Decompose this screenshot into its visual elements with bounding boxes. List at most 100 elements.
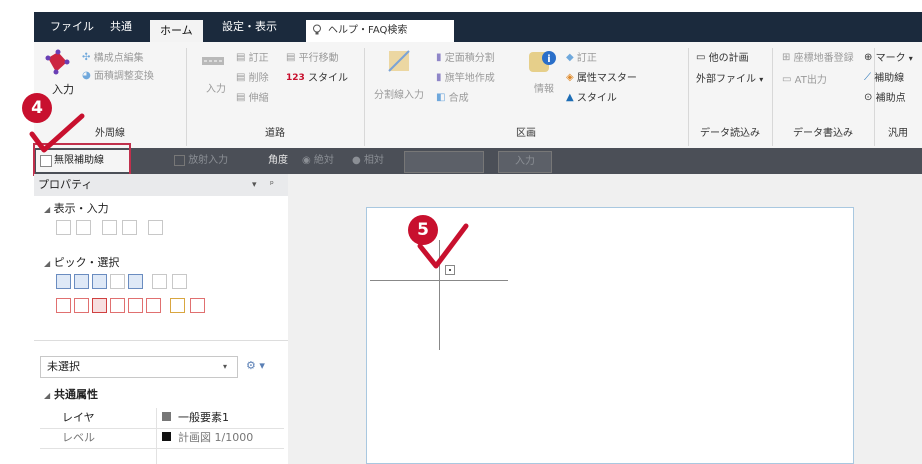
top-strip [0,0,922,12]
mark-button[interactable]: ⊕ マーク ▾ [864,50,913,67]
panel-title: プロパティ [38,178,93,191]
pick-rect-icon[interactable] [172,274,187,289]
panel-divider [34,340,288,341]
snap-icon[interactable] [102,220,117,235]
pick-intersection-icon[interactable] [56,274,71,289]
pick-point-icon[interactable] [74,274,89,289]
other-plan-button[interactable]: ▭ 他の計画 [696,50,749,67]
merge-button[interactable]: ◧ 合成 [436,90,469,107]
menu-common[interactable]: 共通 [100,12,142,42]
area-adjust-button[interactable]: ◕ 面積調整変換 [82,68,154,85]
road-delete-button[interactable]: ▤ 削除 [236,70,269,87]
coord-register-icon: ⊞ [782,52,791,63]
checkbox-box[interactable] [174,154,185,166]
fixed-area-icon: ▮ [436,52,442,63]
road-revise-icon: ▤ [236,52,246,63]
level-color-swatch-icon [162,429,171,447]
pin-icon[interactable]: ᵖ [270,176,274,194]
menu-settings-display[interactable]: 設定・表示 [212,12,287,42]
table-column-divider [156,408,157,464]
dropdown-arrow-icon: ▾ [223,362,228,371]
at-output-button[interactable]: ▭ AT出力 [782,72,827,89]
dropdown-arrow-icon: ▾ [908,54,913,63]
r-box-icon[interactable] [76,220,91,235]
help-search-input[interactable]: ヘルプ・FAQ検索 [306,20,454,42]
attr-key: レイヤ [62,411,95,424]
table-row[interactable]: レベル 計画図 1/1000 [40,428,284,449]
road-shrink-button[interactable]: ▤ 伸縮 [236,90,269,107]
aux-point-button[interactable]: ⊙ 補助点 [864,90,906,107]
road-style-button[interactable]: 123 スタイル [286,70,348,87]
select-frame-icon[interactable] [190,298,205,313]
menu-home[interactable]: ホーム [150,20,203,42]
divide-line-input-button[interactable] [386,48,412,80]
edit-vertex-button[interactable]: ✣ 構成点編集 [82,50,144,67]
radial-input-checkbox[interactable]: 放射入力 [174,148,228,174]
flag-lot-button[interactable]: ▮ 旗竿地作成 [436,70,495,87]
aux-point-icon: ⊙ [864,92,873,103]
road-parallel-button[interactable]: ▤ 平行移動 [286,50,339,67]
section-pick-select[interactable]: ◢ ピック・選択 [44,254,119,273]
attr-master-button[interactable]: ◈ 属性マスター [566,70,637,87]
angle-value-input[interactable] [404,151,484,173]
table-row[interactable]: レイヤ 一般要素1 [40,408,284,429]
block-style-button[interactable]: ▲ スタイル [566,90,617,107]
external-file-button[interactable]: 外部ファイル ▾ [696,72,763,88]
coord-register-button[interactable]: ⊞ 座標地番登録 [782,50,854,67]
pick-midpoint-icon[interactable] [92,274,107,289]
aux-line-button[interactable]: ⟋ 補助線 [864,70,904,87]
area-adjust-icon: ◕ [82,70,91,81]
fixed-area-split-button[interactable]: ▮ 定面積分割 [436,50,495,67]
select-diag-icon[interactable] [74,298,89,313]
select-curve-icon[interactable] [146,298,161,313]
road-input-button[interactable] [200,50,226,78]
select-house-icon[interactable] [128,298,143,313]
road-revise-button[interactable]: ▤ 訂正 [236,50,269,67]
select-branch-icon[interactable] [110,298,125,313]
info-icon: i [529,51,556,72]
vertex-edit-icon: ✣ [82,52,91,63]
style-123-icon: 123 [286,73,305,83]
polygon-input-icon [45,49,70,75]
pick-perp-icon[interactable] [152,274,167,289]
section-common-attrs[interactable]: ◢ 共通属性 [44,386,98,405]
radio-icon: ● [352,155,361,166]
grid-icon[interactable] [56,220,71,235]
info-button[interactable]: i [528,48,558,82]
section-display-input[interactable]: ◢ 表示・入力 [44,200,109,219]
at-output-icon: ▭ [782,74,792,85]
ribbon: 入力 ✣ 構成点編集 ◕ 面積調整変換 外周線 入力 ▤ 訂正 ▤ 平行移動 ▤… [34,42,922,149]
road-icon [202,57,224,65]
mark-icon: ⊕ [864,52,873,63]
crosshair-horizontal [370,280,508,281]
bulb-icon [312,20,322,42]
attr-table: レイヤ 一般要素1 レベル 計画図 1/1000 [40,408,284,464]
parallel-move-icon: ▤ [286,52,296,63]
collapse-triangle-icon: ◢ [44,259,51,268]
panel-dropdown-icon[interactable]: ▾ [252,176,257,194]
absolute-radio[interactable]: ◉ 絶対 [302,148,334,174]
radio-icon: ◉ [302,155,311,166]
property-panel-header: プロパティ ▾ ᵖ [34,174,288,196]
block-revise-button[interactable]: ◆ 訂正 [566,50,597,67]
pen-icon[interactable] [148,220,163,235]
info-label: 情報 [534,84,554,95]
filter-settings-icon[interactable]: ⚙ ▾ [246,357,265,375]
pick-grid-icon[interactable] [110,274,125,289]
group-label-data-read: データ読込み [700,128,760,139]
xy-icon[interactable] [122,220,137,235]
road-shrink-icon: ▤ [236,92,246,103]
input-button[interactable]: 入力 [498,151,552,173]
select-box-icon[interactable] [92,298,107,313]
menu-file[interactable]: ファイル [40,12,104,42]
checkmark-icon [417,223,469,269]
angle-label: 角度 [268,155,288,166]
help-search-placeholder: ヘルプ・FAQ検索 [328,25,408,36]
pick-any-icon[interactable] [128,274,143,289]
select-bag-icon[interactable] [170,298,185,313]
selection-dropdown[interactable]: 未選択 ▾ [40,356,238,378]
outer-input-button[interactable] [42,48,72,84]
select-line-icon[interactable] [56,298,71,313]
svg-text:i: i [547,54,550,65]
relative-radio[interactable]: ● 相対 [352,148,384,174]
